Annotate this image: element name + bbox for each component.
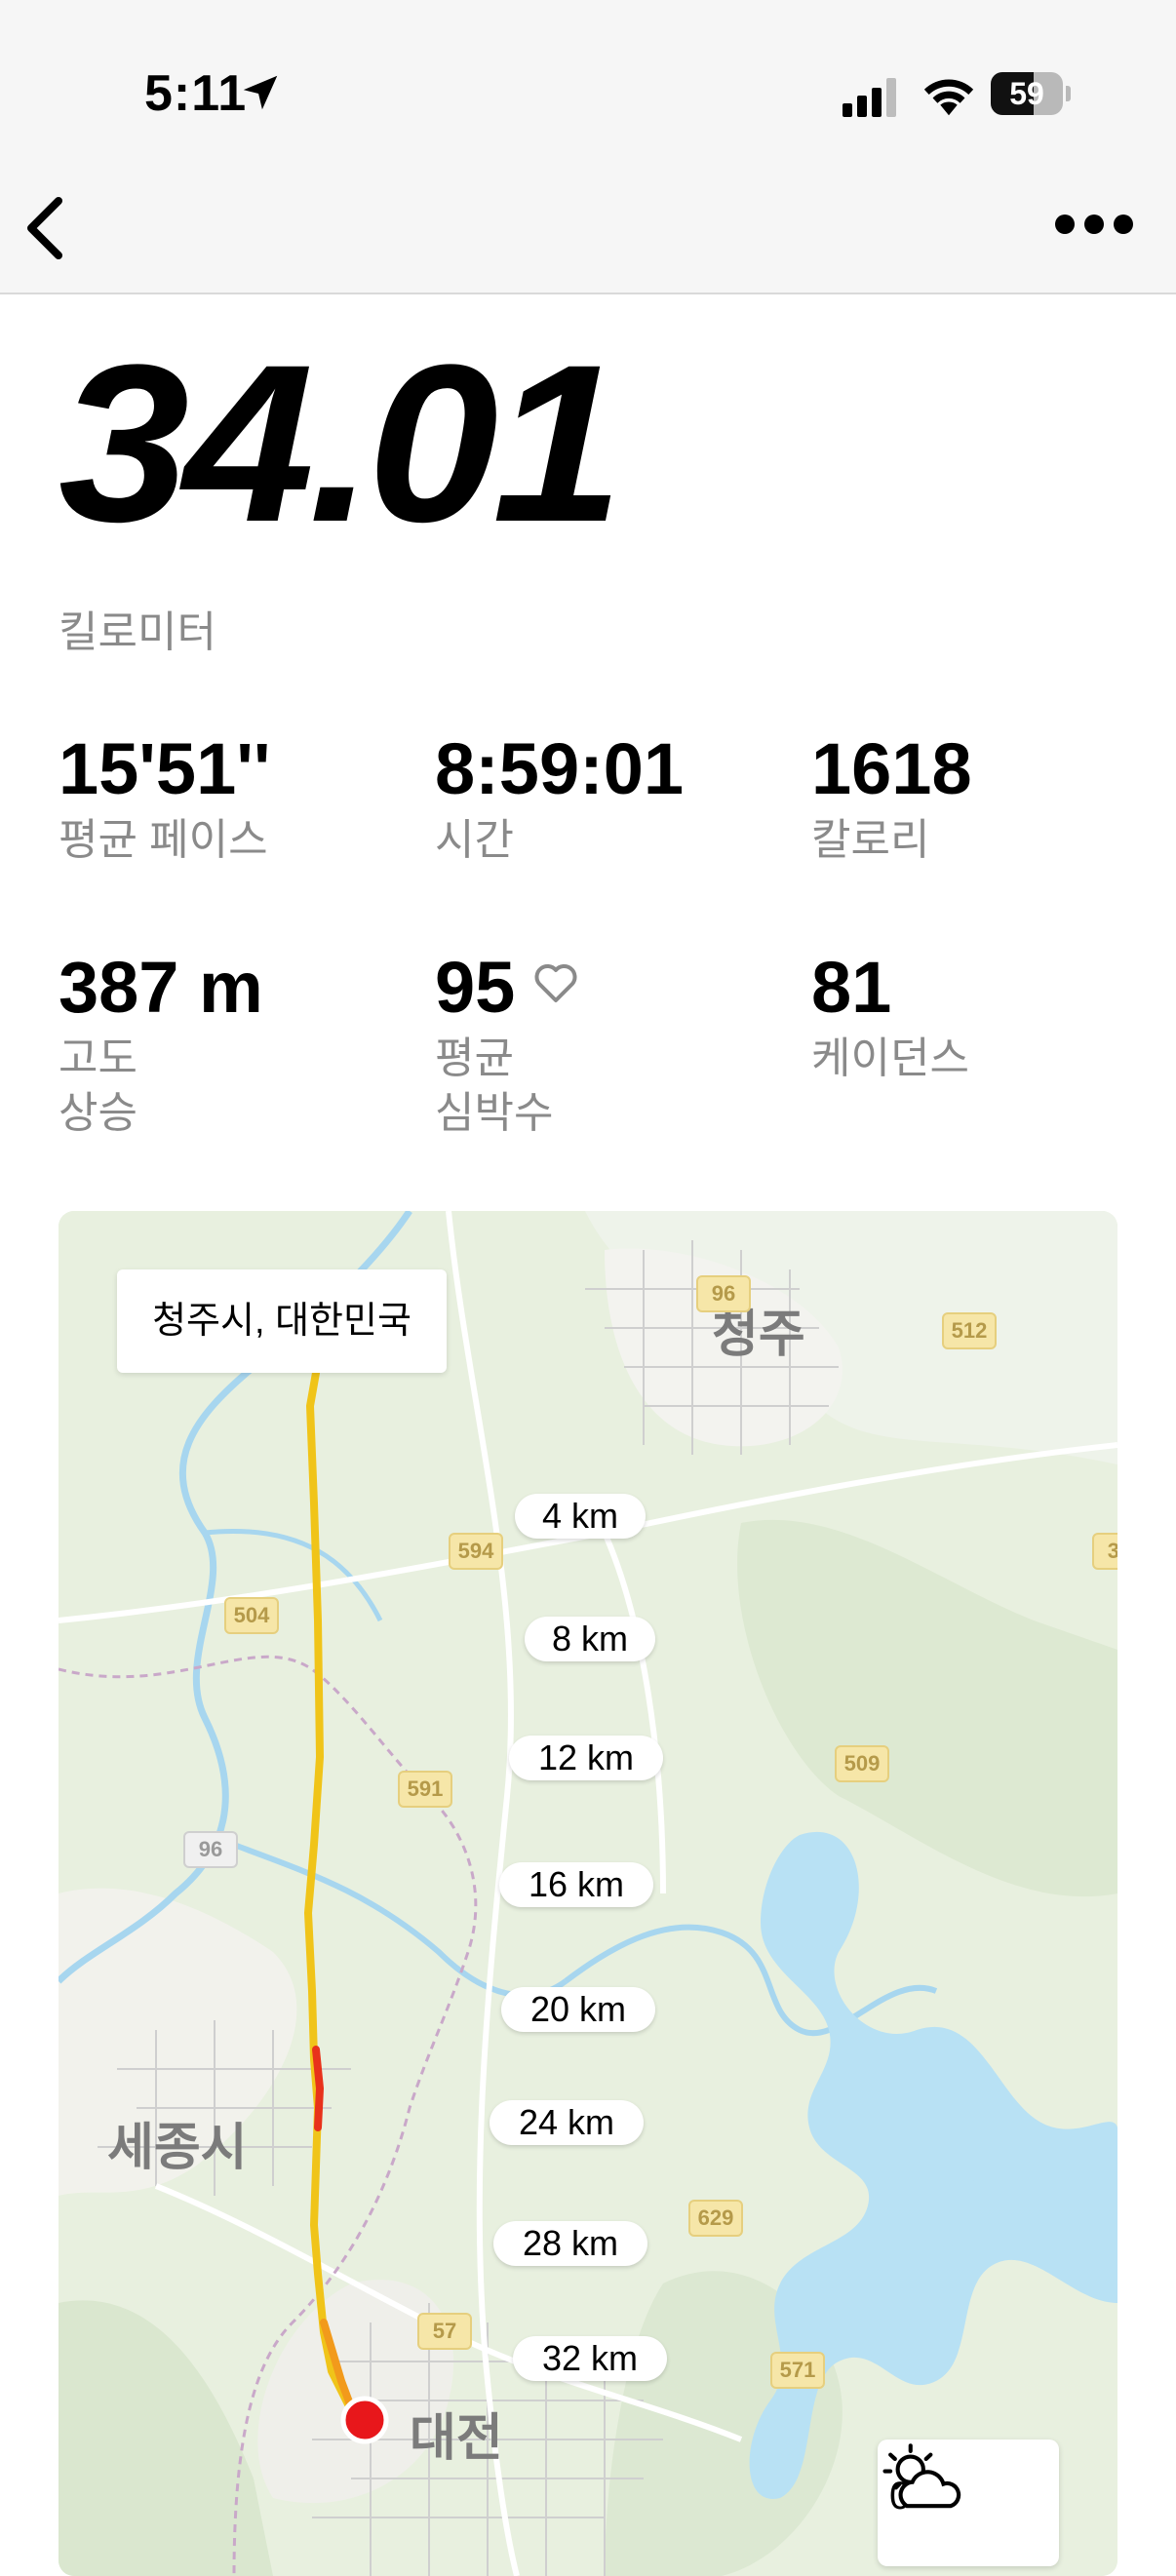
road-sign-591: 591 bbox=[398, 1771, 452, 1808]
road-sign-57: 57 bbox=[417, 2313, 472, 2350]
distance-unit: 킬로미터 bbox=[59, 608, 216, 656]
avg-pace-label: 평균 페이스 bbox=[59, 816, 268, 864]
avg-pace-value: 15'51'' bbox=[59, 728, 271, 809]
cadence-value: 81 bbox=[811, 947, 892, 1028]
heart-rate-label-line1: 평균 bbox=[435, 1034, 514, 1082]
road-sign-512: 512 bbox=[942, 1312, 997, 1349]
road-sign-509: 509 bbox=[835, 1745, 889, 1782]
km-marker-8: 8 km bbox=[525, 1617, 655, 1661]
more-dots-icon[interactable] bbox=[1053, 205, 1135, 244]
km-marker-20: 20 km bbox=[501, 1987, 655, 2032]
battery-indicator: 59 bbox=[991, 72, 1071, 115]
km-marker-32: 32 km bbox=[513, 2336, 667, 2381]
elevation-value: 387 m bbox=[59, 947, 263, 1028]
heart-rate-label-line2: 심박수 bbox=[435, 1089, 554, 1137]
road-sign-571: 571 bbox=[770, 2352, 825, 2389]
road-sign-96-north: 96 bbox=[696, 1275, 751, 1312]
wifi-icon bbox=[923, 79, 974, 116]
status-time: 5:11 bbox=[144, 65, 248, 122]
road-sign-504: 504 bbox=[224, 1597, 279, 1634]
top-bar: 5:11 59 bbox=[0, 0, 1176, 294]
road-sign-96-west: 96 bbox=[183, 1831, 238, 1868]
road-sign-629: 629 bbox=[688, 2200, 743, 2237]
route-map[interactable]: 청주시, 대한민국 청주 세종시 대전 96 512 594 504 591 5… bbox=[59, 1211, 1117, 2576]
chevron-left-icon[interactable] bbox=[20, 195, 70, 261]
sun-cloud-icon bbox=[882, 2443, 961, 2509]
km-marker-28: 28 km bbox=[493, 2221, 647, 2266]
cadence-label: 케이던스 bbox=[811, 1034, 969, 1082]
road-sign-594: 594 bbox=[449, 1533, 503, 1570]
km-marker-4: 4 km bbox=[515, 1494, 646, 1539]
elevation-label-line1: 고도 bbox=[59, 1034, 137, 1082]
city-label-daejeon: 대전 bbox=[410, 2410, 503, 2467]
battery-percent: 59 bbox=[1009, 76, 1044, 111]
calories-value: 1618 bbox=[811, 728, 972, 809]
city-label-sejong: 세종시 bbox=[107, 2120, 248, 2176]
calories-label: 칼로리 bbox=[811, 816, 930, 864]
road-sign-32: 32 bbox=[1092, 1533, 1117, 1570]
km-marker-12: 12 km bbox=[509, 1736, 663, 1780]
weather-widget: 0° bbox=[878, 2439, 1059, 2566]
km-marker-16: 16 km bbox=[499, 1862, 653, 1907]
time-value: 8:59:01 bbox=[435, 728, 685, 809]
location-arrow-icon bbox=[243, 75, 278, 110]
time-label: 시간 bbox=[435, 816, 514, 864]
heart-rate-value: 95 bbox=[435, 947, 516, 1028]
distance-value: 34.01 bbox=[59, 318, 623, 568]
elevation-label-line2: 상승 bbox=[59, 1089, 137, 1137]
signal-icon bbox=[843, 78, 896, 117]
map-location-label: 청주시, 대한민국 bbox=[117, 1269, 447, 1373]
heart-outline-icon bbox=[534, 964, 577, 1002]
km-marker-24: 24 km bbox=[490, 2100, 644, 2145]
